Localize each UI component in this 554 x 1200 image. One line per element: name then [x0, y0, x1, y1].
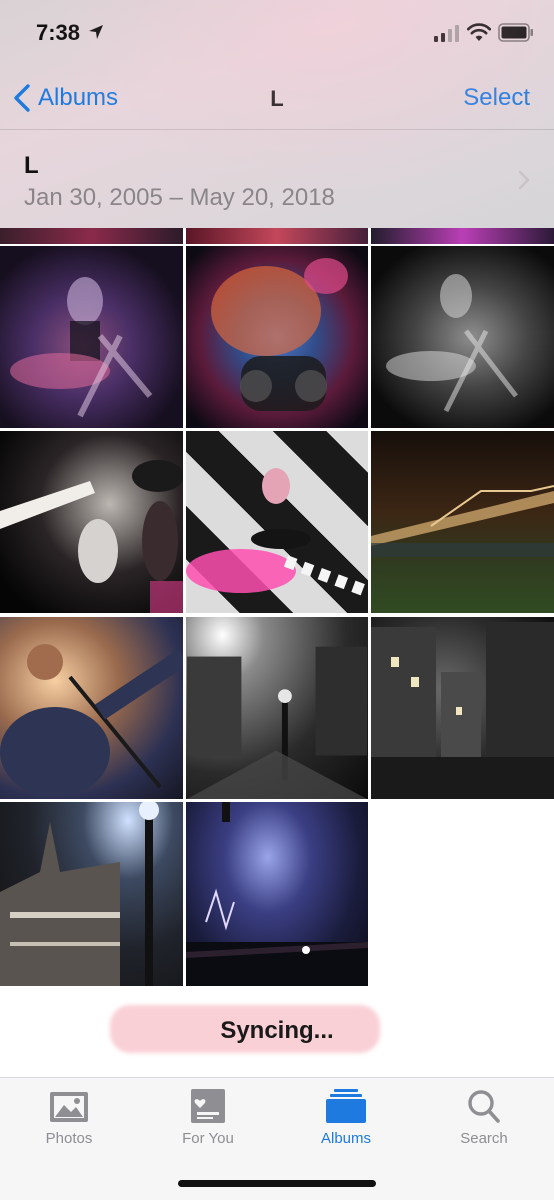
album-summary[interactable]: L Jan 30, 2005 – May 20, 2018	[0, 130, 554, 228]
photo-thumbnail[interactable]	[186, 246, 368, 428]
photo-thumbnail[interactable]	[186, 431, 368, 613]
sync-status: Syncing...	[0, 1005, 554, 1053]
tab-label: For You	[182, 1130, 234, 1147]
tab-albums[interactable]: Albums	[286, 1088, 406, 1154]
chevron-right-icon	[518, 170, 530, 190]
photo-thumbnail[interactable]	[371, 617, 554, 799]
tab-search[interactable]: Search	[424, 1088, 544, 1154]
tab-for-you[interactable]: For You	[148, 1088, 268, 1154]
tab-photos[interactable]: Photos	[9, 1088, 129, 1154]
tab-label: Photos	[45, 1130, 93, 1147]
album-summary-title: L	[24, 152, 39, 179]
status-time: 7:38	[36, 20, 81, 45]
header: 7:38 Albums L Select L Jan 30, 2005 – Ma…	[0, 0, 554, 228]
tab-label: Albums	[320, 1130, 372, 1147]
photo-thumbnail[interactable]	[0, 228, 183, 244]
select-button[interactable]: Select	[463, 84, 530, 112]
photo-thumbnail[interactable]	[0, 617, 183, 799]
sync-status-label: Syncing...	[220, 1017, 334, 1044]
for-you-icon	[191, 1089, 225, 1123]
location-arrow-icon	[89, 25, 103, 39]
status-bar: 7:38	[0, 0, 554, 66]
photos-icon	[50, 1092, 88, 1122]
tab-label: Search	[460, 1130, 508, 1147]
wifi-icon	[467, 23, 491, 41]
photo-thumbnail[interactable]	[0, 431, 183, 613]
photo-thumbnail[interactable]	[371, 228, 554, 244]
photo-thumbnail[interactable]	[371, 431, 554, 613]
navigation-bar: Albums L Select	[0, 66, 554, 130]
photo-thumbnail[interactable]	[186, 228, 368, 244]
cellular-signal-icon	[434, 25, 459, 42]
battery-icon	[498, 23, 533, 42]
album-date-range: Jan 30, 2005 – May 20, 2018	[24, 184, 335, 211]
search-icon	[468, 1090, 500, 1123]
albums-icon	[326, 1089, 366, 1123]
home-indicator[interactable]	[178, 1180, 376, 1187]
photo-thumbnail[interactable]	[0, 246, 183, 428]
photo-thumbnail[interactable]	[186, 802, 368, 986]
photo-thumbnail[interactable]	[0, 802, 183, 986]
photo-thumbnail[interactable]	[186, 617, 368, 799]
photo-thumbnail[interactable]	[371, 246, 554, 428]
